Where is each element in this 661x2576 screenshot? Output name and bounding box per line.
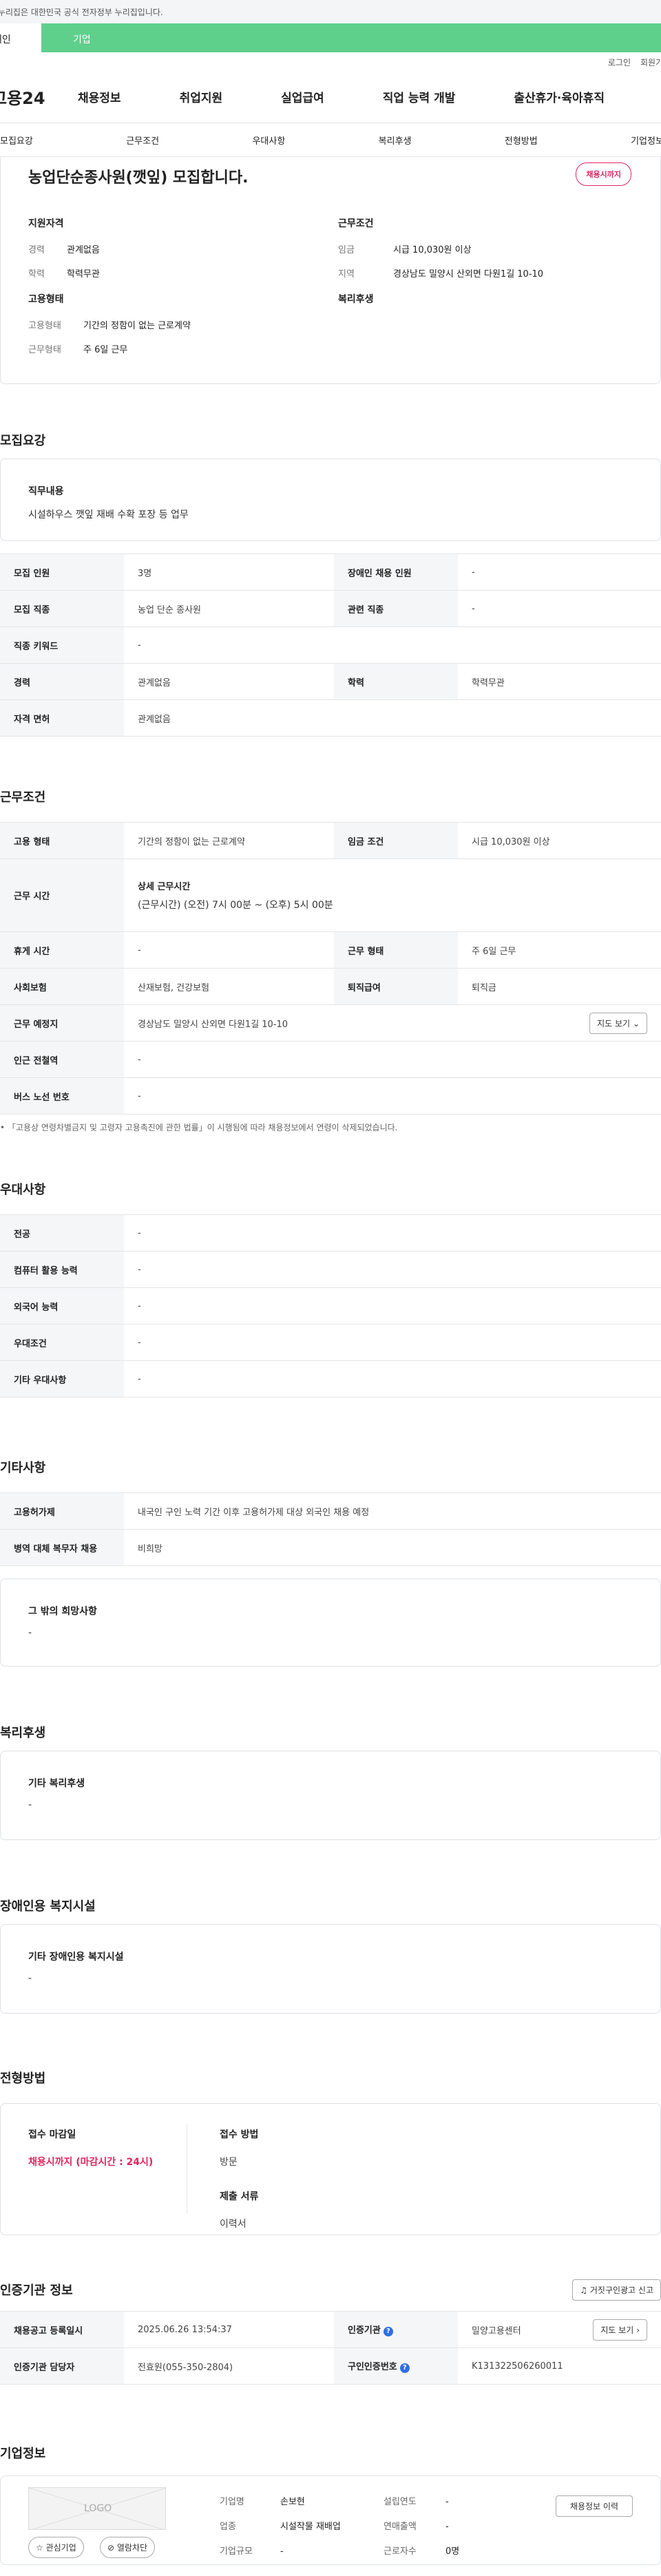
subnav-welfare[interactable]: 복리후생 bbox=[379, 134, 412, 147]
map-button[interactable]: 지도 보기 ⌄ bbox=[589, 1012, 647, 1034]
help-icon[interactable]: ? bbox=[383, 2327, 393, 2336]
favorite-company-button[interactable]: ☆ 관심기업 bbox=[28, 2537, 84, 2558]
duty-text: 시설하우스 깻잎 재배 수확 포장 등 업무 bbox=[28, 509, 189, 520]
cert-header: 인증기관 정보 ♫ 거짓구인광고 신고 bbox=[0, 2278, 661, 2301]
other-title: 기타사항 bbox=[0, 1461, 46, 1475]
help-icon[interactable]: ? bbox=[399, 2363, 410, 2373]
table-row: 전공 - bbox=[0, 1214, 661, 1252]
company-logo: LOGO bbox=[28, 2487, 166, 2530]
table-row: 경력 관계없음 학력 학력무관 bbox=[0, 663, 661, 700]
subnav-selection[interactable]: 전형방법 bbox=[505, 134, 538, 147]
qualification-block: 지원자격 경력 관계없음 학력 학력무관 bbox=[28, 218, 100, 279]
table-row: 사회보험 산재보험, 건강보험 퇴직급여 퇴직금 bbox=[0, 968, 661, 1005]
deadline-value: 채용시까지 (마감시간 : 24시) bbox=[28, 2157, 154, 2168]
recruit-title: 모집요강 bbox=[0, 434, 46, 448]
selection-card: 접수 마감일 채용시까지 (마감시간 : 24시) 접수 방법 방문 제출 서류… bbox=[0, 2103, 661, 2235]
chevron-right-icon: › bbox=[636, 2325, 640, 2335]
table-row: 모집 인원 3명 장애인 채용 인원 - bbox=[0, 553, 661, 591]
table-row: 고용허가제 내국인 구인 노력 기간 이후 고용허가제 대상 외국인 채용 예정 bbox=[0, 1492, 661, 1530]
nav-unemployment[interactable]: 실업급여 bbox=[281, 88, 324, 105]
hope-card: 그 밖의 희망사항 - bbox=[0, 1579, 661, 1667]
nav-employment-support[interactable]: 취업지원 bbox=[180, 88, 223, 105]
star-icon: ☆ bbox=[36, 2543, 43, 2553]
conditions-block: 근무조건 임금 시급 10,030원 이상 지역 경상남도 밀양시 산외면 다원1길… bbox=[338, 218, 544, 279]
subnav-recruit[interactable]: 모집요강 bbox=[0, 134, 33, 147]
user-type-tabs: 개인 기업 bbox=[0, 23, 661, 52]
table-row: 우대조건 - bbox=[0, 1324, 661, 1361]
table-row: 외국어 능력 - bbox=[0, 1287, 661, 1324]
subnav-conditions[interactable]: 근무조건 bbox=[126, 134, 159, 147]
status-badge: 채용시까지 bbox=[576, 162, 631, 186]
company-title: 기업정보 bbox=[0, 2447, 46, 2461]
selection-title: 전형방법 bbox=[0, 2071, 46, 2086]
table-row: 근무 시간 상세 근무시간 (근무시간) (오전) 7시 00분 ~ (오후) 5시… bbox=[0, 858, 661, 932]
chevron-down-icon: ⌄ bbox=[632, 1018, 640, 1028]
other-table: 고용허가제 내국인 구인 노력 기간 이후 고용허가제 대상 외국인 채용 예정 … bbox=[0, 1492, 661, 1566]
pref-table: 전공 - 컴퓨터 활용 능력 - 외국어 능력 - 우대조건 - 기타 우대사항 - bbox=[0, 1214, 661, 1397]
utility-links: 로그인 회원가입 bbox=[0, 52, 661, 70]
welfare-card: 기타 복리후생 - bbox=[0, 1751, 661, 1840]
work-table: 고용 형태 기간의 정함이 없는 근로계약 임금 조건 시급 10,030원 이상 근… bbox=[0, 822, 661, 1115]
cert-map-button[interactable]: 지도 보기 › bbox=[593, 2319, 647, 2341]
bell-icon: ♫ bbox=[580, 2285, 588, 2295]
subnav-company[interactable]: 기업정보 bbox=[631, 134, 661, 147]
table-row: 기타 우대사항 - bbox=[0, 1360, 661, 1397]
disability-card: 기타 장애인용 복지시설 - bbox=[0, 1924, 661, 2014]
age-note: • 「고용상 연령차별금지 및 고령자 고용촉진에 관한 법률」이 시행됨에 따… bbox=[0, 1123, 398, 1132]
work-title: 근무조건 bbox=[0, 790, 46, 805]
company-info-right: 설립연도 - 연매출액 - 근로자수 0명 bbox=[384, 2497, 460, 2557]
tab-personal[interactable]: 개인 bbox=[0, 23, 41, 52]
table-row: 병역 대체 복무자 채용 비희망 bbox=[0, 1529, 661, 1566]
company-card: LOGO ☆ 관심기업 ⊘ 열람차단 기업명 손보현 업종 시설작물 재배업 기업규… bbox=[0, 2475, 661, 2565]
subnav-preferences[interactable]: 우대사항 bbox=[252, 134, 285, 147]
nav-training[interactable]: 직업 능력 개발 bbox=[383, 88, 456, 105]
welfare-title: 복리후생 bbox=[0, 1726, 46, 1740]
tab-business[interactable]: 기업 bbox=[41, 23, 661, 52]
cert-table: 채용공고 등록일시 2025.06.26 13:54:37 인증기관? 밀양고용… bbox=[0, 2311, 661, 2385]
main-nav: 고용24 채용정보 취업지원 실업급여 직업 능력 개발 출산휴가·육아휴직 bbox=[0, 70, 661, 123]
employment-block: 고용형태 고용형태 기간의 정함이 없는 근로계약 근무형태 주 6일 근무 bbox=[28, 294, 191, 355]
section-subnav: 모집요강 근무조건 우대사항 복리후생 전형방법 기업정보 bbox=[0, 123, 661, 157]
job-title: 농업단순종사원(깻잎) 모집합니다. bbox=[28, 169, 249, 187]
site-logo[interactable]: 고용24 bbox=[0, 85, 78, 109]
table-row: 근무 예정지 경상남도 밀양시 산외면 다원1길 10-10 지도 보기 ⌄ bbox=[0, 1004, 661, 1042]
nav-jobs[interactable]: 채용정보 bbox=[78, 88, 121, 105]
welfare-block: 복리후생 bbox=[338, 294, 374, 305]
table-row: 컴퓨터 활용 능력 - bbox=[0, 1251, 661, 1288]
table-row: 채용공고 등록일시 2025.06.26 13:54:37 인증기관? 밀양고용… bbox=[0, 2311, 661, 2348]
job-summary-card: 농업단순종사원(깻잎) 모집합니다. 채용시까지 지원자격 경력 관계없음 학력 학… bbox=[0, 157, 661, 384]
gov-banner: 이 누리집은 대한민국 공식 전자정부 누리집입니다. bbox=[0, 0, 661, 23]
work-address: 경상남도 밀양시 산외면 다원1길 10-10 bbox=[138, 1019, 288, 1030]
cert-title: 인증기관 정보 bbox=[0, 2283, 73, 2298]
company-info-left: 기업명 손보현 업종 시설작물 재배업 기업규모 - bbox=[220, 2497, 341, 2557]
signup-link[interactable]: 회원가입 bbox=[640, 56, 661, 70]
login-link[interactable]: 로그인 bbox=[608, 56, 631, 70]
report-button[interactable]: ♫ 거짓구인광고 신고 bbox=[572, 2279, 661, 2301]
table-row: 휴게 시간 - 근무 형태 주 6일 근무 bbox=[0, 931, 661, 969]
table-row: 고용 형태 기간의 정함이 없는 근로계약 임금 조건 시급 10,030원 이상 bbox=[0, 822, 661, 859]
table-row: 직종 키워드 - bbox=[0, 626, 661, 664]
table-row: 인근 전철역 - bbox=[0, 1041, 661, 1078]
duty-card: 직무내용 시설하우스 깻잎 재배 수확 포장 등 업무 bbox=[0, 458, 661, 541]
nav-parental-leave[interactable]: 출산휴가·육아휴직 bbox=[514, 88, 605, 105]
table-row: 인증기관 담당자 전효원(055-350-2804) 구인인증번호? K1313… bbox=[0, 2347, 661, 2385]
recruit-table: 모집 인원 3명 장애인 채용 인원 - 모집 직종 농업 단순 종사원 관련 직종 - 직… bbox=[0, 553, 661, 737]
table-row: 자격 면허 관계없음 bbox=[0, 699, 661, 737]
block-company-button[interactable]: ⊘ 열람차단 bbox=[100, 2537, 156, 2558]
ban-icon: ⊘ bbox=[107, 2543, 115, 2553]
hiring-history-button[interactable]: 채용정보 이력 bbox=[555, 2495, 633, 2517]
bullet-icon: • bbox=[0, 1123, 6, 1132]
disability-title: 장애인용 복지시설 bbox=[0, 1899, 96, 1914]
table-row: 버스 노선 번호 - bbox=[0, 1077, 661, 1115]
pref-title: 우대사항 bbox=[0, 1183, 46, 1197]
table-row: 모집 직종 농업 단순 종사원 관련 직종 - bbox=[0, 590, 661, 627]
